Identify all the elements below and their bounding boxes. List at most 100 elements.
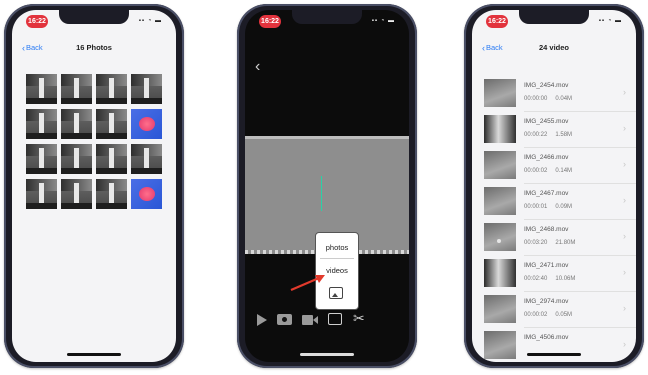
video-filename: IMG_2467.mov — [524, 190, 569, 197]
video-meta: 00:00:22 1.58M — [524, 132, 572, 138]
chevron-right-icon: › — [623, 159, 626, 169]
phone-photos-grid: 16:22 ▪▪ ◔ ▬ ‹Back 16 Photos — [4, 4, 184, 368]
status-bar: 16:22 ▪▪ ◔ ▬ — [12, 10, 176, 34]
camera-icon[interactable] — [277, 314, 292, 325]
back-chevron-icon[interactable]: ‹ — [255, 58, 260, 76]
notch — [59, 10, 129, 24]
media-toolbar: ✂ — [245, 310, 409, 330]
video-duration: 00:00:01 — [524, 204, 548, 210]
photo-thumbnail[interactable] — [61, 144, 92, 174]
video-list-item[interactable]: IMG_2471.mov 00:02:40 10.06M › — [472, 256, 636, 292]
crosshair-marker — [321, 176, 322, 211]
scissors-icon[interactable]: ✂ — [353, 310, 365, 327]
photo-thumbnail[interactable] — [26, 74, 57, 104]
video-thumbnail — [484, 223, 516, 251]
video-list-item[interactable]: IMG_2466.mov 00:00:02 0.14M › — [472, 148, 636, 184]
video-duration: 00:00:00 — [524, 96, 548, 102]
video-duration: 00:00:02 — [524, 312, 548, 318]
photo-thumbnail[interactable] — [61, 109, 92, 139]
chevron-right-icon: › — [623, 231, 626, 241]
video-thumbnail — [484, 331, 516, 359]
gallery-icon[interactable] — [328, 313, 342, 325]
video-camera-icon[interactable] — [302, 315, 313, 325]
page-title: 24 video — [538, 43, 569, 52]
video-filename: IMG_2974.mov — [524, 298, 569, 305]
photo-thumbnail[interactable] — [61, 179, 92, 209]
video-filename: IMG_4506.mov — [524, 334, 569, 341]
play-icon[interactable] — [257, 314, 267, 326]
chevron-right-icon: › — [623, 195, 626, 205]
video-list-item[interactable]: IMG_2467.mov 00:00:01 0.09M › — [472, 184, 636, 220]
video-duration: 00:02:40 — [524, 276, 548, 282]
video-size: 0.04M — [555, 96, 573, 102]
video-meta: 00:00:02 0.05M — [524, 312, 572, 318]
video-list-item[interactable]: IMG_2468.mov 00:03:20 21.80M › — [472, 220, 636, 256]
video-list-item[interactable]: IMG_2455.mov 00:00:22 1.58M › — [472, 112, 636, 148]
photo-thumbnail[interactable] — [96, 74, 127, 104]
video-filename: IMG_2466.mov — [524, 154, 569, 161]
page-title: 16 Photos — [76, 43, 112, 52]
video-filename: IMG_2455.mov — [524, 118, 569, 125]
chevron-right-icon: › — [623, 303, 626, 313]
phone-video-list: 16:22 ▪▪ ◔ ▬ ‹Back 24 video IMG_2454.mov… — [464, 4, 644, 368]
photo-thumbnail[interactable] — [96, 144, 127, 174]
photo-thumbnail[interactable] — [26, 179, 57, 209]
photo-thumbnail[interactable] — [131, 144, 162, 174]
video-thumbnail — [484, 151, 516, 179]
video-size: 1.58M — [555, 132, 573, 138]
chevron-right-icon: › — [623, 339, 626, 349]
video-size: 0.09M — [555, 204, 573, 210]
signal-wifi-battery-icon: ▪▪ ◔ ▬ — [138, 18, 162, 24]
video-size: 0.14M — [555, 168, 573, 174]
screen: 16:22 ▪▪ ◔ ▬ ‹ photos videos ✂ — [245, 10, 409, 362]
video-list-item[interactable]: IMG_2974.mov 00:00:02 0.05M › — [472, 292, 636, 328]
status-time: 16:22 — [259, 15, 281, 28]
home-indicator — [527, 353, 581, 356]
photo-thumbnail[interactable] — [131, 109, 162, 139]
nav-bar: ‹Back 16 Photos — [12, 36, 176, 60]
photo-thumbnail[interactable] — [26, 109, 57, 139]
video-meta: 00:00:00 0.04M — [524, 96, 572, 102]
menu-item-photos[interactable]: photos — [316, 243, 358, 252]
phone-viewer: 16:22 ▪▪ ◔ ▬ ‹ photos videos ✂ — [237, 4, 417, 368]
nav-bar: ‹Back 24 video — [472, 36, 636, 60]
status-bar: 16:22 ▪▪ ◔ ▬ — [245, 10, 409, 34]
signal-wifi-battery-icon: ▪▪ ◔ ▬ — [371, 18, 395, 24]
video-list-item[interactable]: IMG_4506.mov › — [472, 328, 636, 362]
video-meta: 00:00:01 0.09M — [524, 204, 572, 210]
photo-thumbnail[interactable] — [26, 144, 57, 174]
photo-thumbnail[interactable] — [131, 74, 162, 104]
video-thumbnail — [484, 79, 516, 107]
photo-thumbnail[interactable] — [61, 74, 92, 104]
photo-thumbnail[interactable] — [96, 109, 127, 139]
notch — [519, 10, 589, 24]
status-time: 16:22 — [26, 15, 48, 28]
video-meta: 00:00:02 0.14M — [524, 168, 572, 174]
video-filename: IMG_2471.mov — [524, 262, 569, 269]
video-size: 21.80M — [555, 240, 576, 246]
photo-grid — [26, 74, 162, 209]
video-duration: 00:03:20 — [524, 240, 548, 246]
video-duration: 00:00:22 — [524, 132, 548, 138]
red-arrow-icon — [290, 275, 325, 292]
video-list-item[interactable]: IMG_2454.mov 00:00:00 0.04M › — [472, 76, 636, 112]
signal-wifi-battery-icon: ▪▪ ◔ ▬ — [598, 18, 622, 24]
photo-thumbnail[interactable] — [131, 179, 162, 209]
video-thumbnail — [484, 295, 516, 323]
video-size: 10.06M — [555, 276, 576, 282]
video-camera-lens-icon — [313, 316, 318, 324]
menu-divider — [320, 258, 354, 259]
video-filename: IMG_2454.mov — [524, 82, 569, 89]
status-time: 16:22 — [486, 15, 508, 28]
media-type-menu: photos videos — [315, 232, 359, 310]
video-filename: IMG_2468.mov — [524, 226, 569, 233]
video-meta: 00:03:20 21.80M — [524, 240, 575, 246]
video-thumbnail — [484, 259, 516, 287]
home-indicator — [67, 353, 121, 356]
video-meta: 00:02:40 10.06M — [524, 276, 575, 282]
photo-thumbnail[interactable] — [96, 179, 127, 209]
video-thumbnail — [484, 187, 516, 215]
video-thumbnail — [484, 115, 516, 143]
notch — [292, 10, 362, 24]
chevron-right-icon: › — [623, 87, 626, 97]
